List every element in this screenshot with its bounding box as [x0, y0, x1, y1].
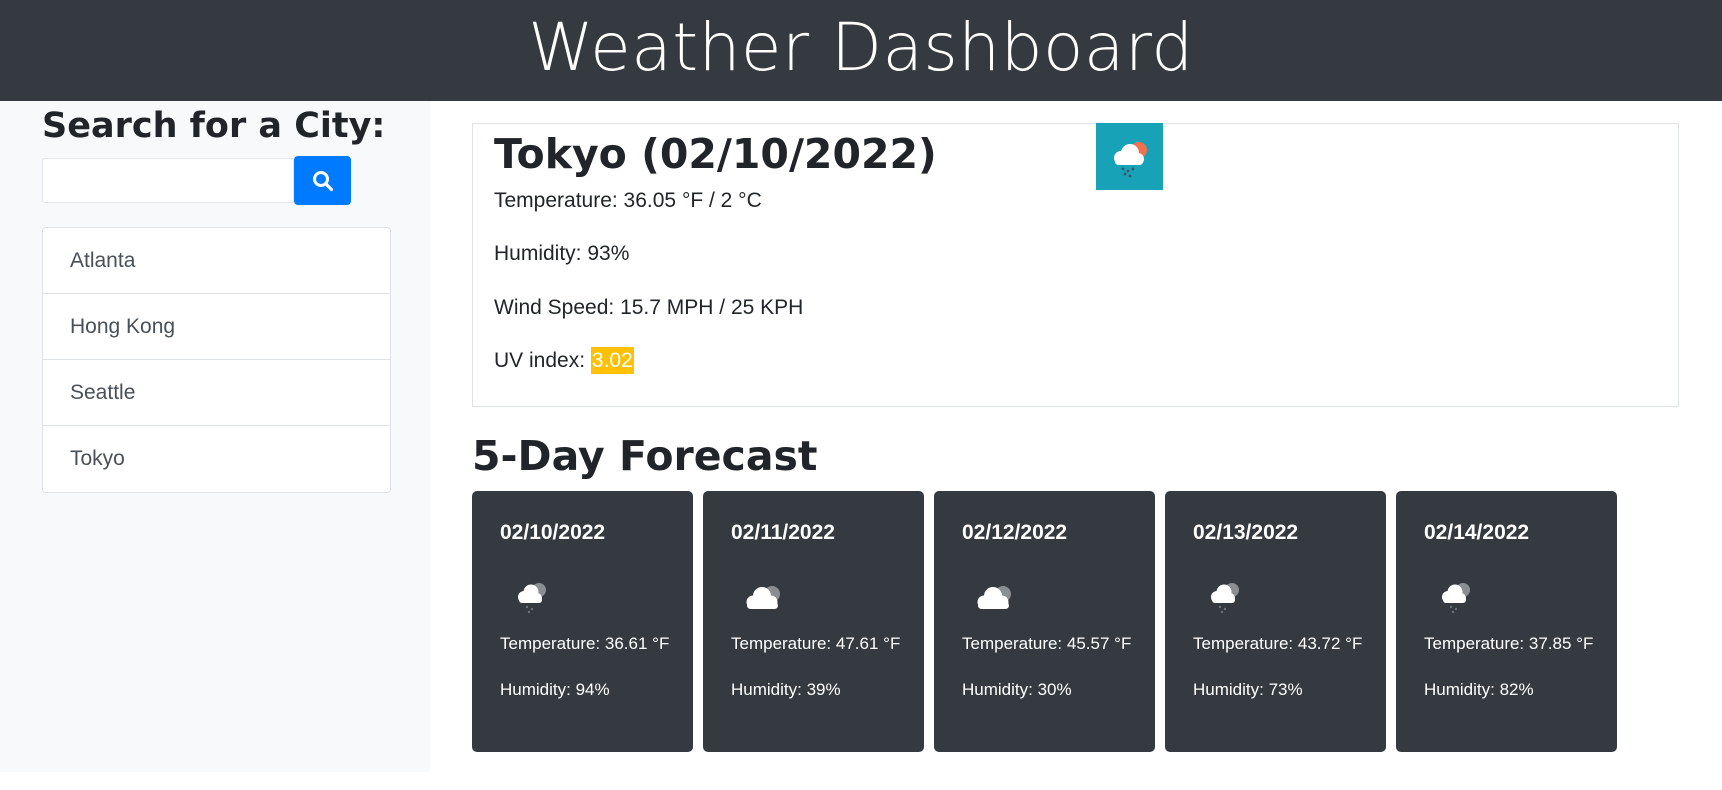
forecast-card: 02/10/2022 Temperature: 36.61 °F Humidit…: [472, 491, 693, 752]
search-row: [42, 156, 351, 205]
forecast-temperature: Temperature: 36.61 °F: [500, 634, 670, 653]
rain-cloud-icon: [518, 583, 546, 614]
forecast-card: 02/12/2022 Temperature: 45.57 °F Humidit…: [934, 491, 1155, 752]
city-item-tokyo[interactable]: Tokyo: [43, 426, 390, 492]
current-city-title: Tokyo (02/10/2022): [494, 130, 937, 178]
search-heading: Search for a City:: [42, 106, 386, 146]
current-temperature: Temperature: 36.05 °F / 2 °C: [494, 189, 762, 212]
app-header: Weather Dashboard: [0, 0, 1722, 101]
city-item-atlanta[interactable]: Atlanta: [43, 228, 390, 294]
forecast-date: 02/14/2022: [1424, 521, 1530, 544]
forecast-humidity: Humidity: 30%: [962, 680, 1072, 699]
search-icon: [312, 170, 333, 191]
forecast-card: 02/11/2022 Temperature: 47.61 °F Humidit…: [703, 491, 924, 752]
forecast-date: 02/12/2022: [962, 521, 1068, 544]
forecast-humidity: Humidity: 73%: [1193, 680, 1303, 699]
sidebar: Search for a City: Atlanta Hong Kong Sea…: [0, 101, 430, 772]
forecast-humidity: Humidity: 94%: [500, 680, 610, 699]
cloud-icon: [977, 586, 1011, 609]
forecast-temperature: Temperature: 37.85 °F: [1424, 634, 1594, 653]
current-wind-speed: Wind Speed: 15.7 MPH / 25 KPH: [494, 296, 804, 319]
forecast-temperature: Temperature: 45.57 °F: [962, 634, 1132, 653]
rain-cloud-sun-icon: [1114, 142, 1147, 178]
forecast-temperature: Temperature: 43.72 °F: [1193, 634, 1363, 653]
city-item-seattle[interactable]: Seattle: [43, 360, 390, 426]
page-title: Weather Dashboard: [528, 8, 1194, 86]
forecast-humidity: Humidity: 82%: [1424, 680, 1534, 699]
page: Weather Dashboard Search for a City: Atl…: [0, 0, 1722, 790]
uv-label: UV index:: [494, 349, 591, 372]
rain-cloud-icon: [1211, 583, 1239, 614]
forecast-date: 02/10/2022: [500, 521, 606, 544]
forecast-heading: 5-Day Forecast: [472, 432, 818, 480]
cloud-icon: [746, 586, 780, 609]
forecast-row: 02/10/2022 Temperature: 36.61 °F Humidit…: [472, 491, 1622, 752]
current-humidity: Humidity: 93%: [494, 242, 630, 265]
forecast-temperature: Temperature: 47.61 °F: [731, 634, 901, 653]
city-item-hong-kong[interactable]: Hong Kong: [43, 294, 390, 360]
rain-cloud-icon: [1442, 583, 1470, 614]
forecast-date: 02/13/2022: [1193, 521, 1299, 544]
current-weather-card: Tokyo (02/10/2022) Temperature: 36.05 °F…: [472, 123, 1679, 407]
forecast-card: 02/14/2022 Temperature: 37.85 °F Humidit…: [1396, 491, 1617, 752]
search-button[interactable]: [294, 156, 351, 205]
forecast-date: 02/11/2022: [731, 521, 835, 544]
forecast-humidity: Humidity: 39%: [731, 680, 841, 699]
city-search-input[interactable]: [42, 158, 294, 203]
forecast-card: 02/13/2022 Temperature: 43.72 °F Humidit…: [1165, 491, 1386, 752]
current-uv-row: UV index: 3.02: [494, 347, 634, 374]
current-weather-icon-tile: [1096, 123, 1163, 190]
uv-index-badge: 3.02: [590, 347, 634, 374]
city-history-list: Atlanta Hong Kong Seattle Tokyo: [42, 227, 391, 493]
